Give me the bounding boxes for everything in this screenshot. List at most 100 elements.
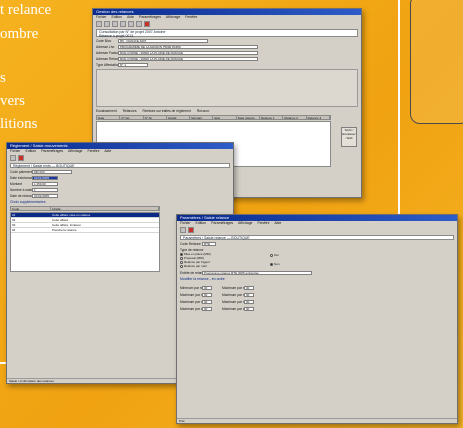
option-row[interactable]: Oui [270,253,280,257]
column-header[interactable]: Libellé [51,207,159,210]
cell-code: 04 [12,228,16,232]
close-icon[interactable] [18,155,24,161]
form-row: Date de relance 01/01/2005 [10,193,230,198]
search-icon[interactable] [128,21,134,27]
menu-item[interactable]: Fenêtre [185,15,197,19]
date-relance-field[interactable]: 01/01/2005 [32,193,58,198]
menu-item[interactable]: Paramétrages [41,149,63,153]
form-row: Code Bloc R5 · FRANCE 2007 [96,38,358,43]
code-bloc-field[interactable]: R5 · FRANCE 2007 [118,38,208,43]
address-relance-field[interactable]: RUE CORNE - 92600 LA PLAINE DE FRANCE [118,56,258,61]
details-panel [96,69,358,107]
menu-item[interactable]: Fenêtre [87,149,99,153]
date-echeance-field[interactable]: 01/01/2005 [32,175,58,180]
save-icon[interactable] [112,21,118,27]
choix-grid[interactable]: 01 Cette affaire mise en relance 02 Cett… [10,212,160,272]
tab-encaissement[interactable]: Encaissement [96,109,117,113]
save-icon[interactable] [10,155,16,161]
nombre-field[interactable]: 1 [32,187,58,192]
column-header[interactable]: Relance 2 [283,116,307,119]
menu-item[interactable]: Fenêtre [257,221,269,225]
entete-field[interactable]: Programme relance RTE 2005 entreprise [202,270,312,275]
menu-item[interactable]: Aide [127,15,134,19]
limit-field[interactable]: 00 [244,306,254,311]
column-header[interactable]: Code [11,207,51,210]
column-header[interactable]: Date [97,116,121,119]
field-label: Date échéance [10,175,32,180]
menu-item[interactable]: Affichage [238,221,253,225]
menu-item[interactable]: Edition [112,15,123,19]
limit-field[interactable]: 00 [244,285,254,290]
option-row[interactable]: Relance par mail [180,264,250,268]
options-right: Oui Non [270,248,280,268]
limit-field[interactable]: 00 [244,299,254,304]
action-button[interactable]: Sortir / Encaisser / Edit [341,127,357,147]
limit-field[interactable]: 00 [202,306,212,311]
tab-remises[interactable]: Remises sur traites de règlement [142,109,190,113]
column-header[interactable]: Montant [190,116,214,119]
column-header[interactable]: Relance 1 [260,116,284,119]
options-left: Type de relance Mise en place (MDI) Prop… [180,248,250,268]
tab-relances[interactable]: Relances [123,109,137,113]
menu-item[interactable]: Fichier [10,149,21,153]
column-header[interactable]: Libellé [167,116,191,119]
form-row: Adresse Factur. RUE CORNE - 92600 LA PLA… [96,50,358,55]
menu-item[interactable]: Fichier [180,221,191,225]
option-row[interactable]: Non [270,262,280,266]
menu-item[interactable]: Edition [196,221,207,225]
close-icon[interactable] [188,227,194,233]
menu-item[interactable]: Edition [26,149,37,153]
menu-item[interactable]: Aide [104,149,111,153]
column-header[interactable]: Relance 3 [307,116,330,119]
montant-field[interactable]: 1 250,00 [32,181,58,186]
code-relance-field[interactable]: RTE [202,241,216,246]
field-label: Minimum par relance [180,285,202,290]
menu-item[interactable]: Affichage [68,149,83,153]
limit-field[interactable]: 00 [202,292,212,297]
type-affectation-field[interactable]: N° 1 [118,62,148,67]
menu-item[interactable]: Paramétrages [139,15,161,19]
cell-label: Cette affaire mise en relance [52,213,91,217]
left-text-line-3: s [0,70,6,86]
code-paiement-field[interactable]: MR 000 [32,169,72,174]
menu-item[interactable]: Aide [274,221,281,225]
field-label: Code Bloc [96,38,112,43]
column-header[interactable]: N° fac [120,116,144,119]
menu-item[interactable]: Affichage [166,15,181,19]
left-text-line-1: t relance [0,2,52,18]
form-row: Maximum par relance00 [180,292,212,297]
radio-icon[interactable] [270,262,273,266]
field-label: Entête de relance [180,270,202,275]
field-label: Maximum par mois [180,299,202,304]
field-label: Adresse Factur. [96,50,118,55]
save-icon[interactable] [180,227,186,233]
status-bar: Prêt [177,418,457,423]
grid-header: Date N° fac N° bn Libellé Montant Etat D… [96,115,331,120]
table-row[interactable]: 04 Prendre la relance [11,228,159,233]
tab-recouvrement[interactable]: Recouvr. [197,109,210,113]
open-icon[interactable] [104,21,110,27]
field-label: Date de relance [10,193,32,198]
limit-field[interactable]: 00 [202,299,212,304]
form-row: Maximum par an00 [180,306,212,311]
header-strip: Réglement / Saisie mvts — BOUTIQUE [10,163,230,168]
address-delivery-field[interactable]: PROGRAMME DE LA MAISON 75000 PARIS [118,44,258,49]
close-icon[interactable] [144,21,150,27]
address-billing-field[interactable]: RUE CORNE - 92600 LA PLAINE DE FRANCE [118,50,258,55]
copy-icon[interactable] [136,21,142,27]
menu-item[interactable]: Paramétrages [211,221,233,225]
column-header[interactable]: Etat [213,116,237,119]
toolbar [93,20,361,28]
column-header[interactable]: N° bn [144,116,167,119]
new-icon[interactable] [96,21,102,27]
radio-icon[interactable] [180,264,183,268]
left-text-line-4: vers [0,93,25,109]
section-title: Modifier la relance - en ordre [180,277,225,281]
print-icon[interactable] [120,21,126,27]
menu-item[interactable]: Fichier [96,15,107,19]
column-header[interactable]: Date relance [237,116,261,119]
corner-panel [410,0,463,124]
limit-field[interactable]: 00 [244,292,254,297]
radio-icon[interactable] [270,253,273,257]
limit-field[interactable]: 00 [202,285,212,290]
